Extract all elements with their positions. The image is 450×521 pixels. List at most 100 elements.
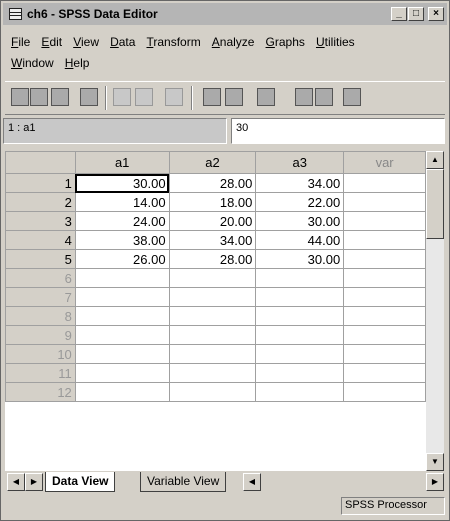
data-cell[interactable]	[74, 268, 170, 288]
data-cell[interactable]: 34.00	[168, 230, 257, 250]
data-cell[interactable]	[168, 382, 257, 402]
data-cell[interactable]	[74, 325, 170, 345]
menu-window[interactable]: Window	[11, 54, 54, 73]
data-cell[interactable]: 30.00	[255, 211, 345, 231]
data-cell[interactable]: 30.00	[255, 249, 345, 269]
split-file-icon[interactable]	[343, 88, 361, 106]
row-header[interactable]: 10	[5, 344, 76, 364]
goto-chart-icon[interactable]	[165, 88, 183, 106]
data-cell[interactable]	[255, 325, 345, 345]
menu-edit[interactable]: Edit	[41, 33, 62, 52]
data-cell[interactable]	[255, 382, 345, 402]
vertical-scrollbar[interactable]: ▲ ▼	[426, 151, 444, 471]
undo-icon[interactable]	[113, 88, 131, 106]
row-header[interactable]: 3	[5, 211, 76, 231]
data-cell[interactable]	[74, 382, 170, 402]
data-cell[interactable]	[168, 344, 257, 364]
find-icon[interactable]	[257, 88, 275, 106]
menu-data[interactable]: Data	[110, 33, 135, 52]
column-header-a2[interactable]: a2	[168, 151, 257, 174]
data-cell[interactable]	[343, 173, 426, 193]
column-header-var[interactable]: var	[343, 151, 426, 174]
data-cell[interactable]	[343, 192, 426, 212]
data-cell[interactable]	[343, 363, 426, 383]
data-cell[interactable]	[343, 344, 426, 364]
row-header[interactable]: 6	[5, 268, 76, 288]
data-cell[interactable]: 28.00	[168, 173, 257, 193]
data-cell[interactable]: 18.00	[168, 192, 257, 212]
data-cell[interactable]: 34.00	[255, 173, 345, 193]
data-cell[interactable]	[168, 306, 257, 326]
data-cell[interactable]	[343, 287, 426, 307]
tab-scroll-right-icon[interactable]: ▶	[25, 473, 43, 491]
tab-variable-view[interactable]: Variable View	[140, 472, 227, 492]
column-header-a1[interactable]: a1	[74, 151, 170, 174]
data-cell[interactable]	[343, 230, 426, 250]
row-header[interactable]: 8	[5, 306, 76, 326]
data-cell[interactable]	[168, 363, 257, 383]
data-cell[interactable]	[343, 306, 426, 326]
data-cell[interactable]: 28.00	[168, 249, 257, 269]
data-cell[interactable]	[168, 287, 257, 307]
data-cell[interactable]: 44.00	[255, 230, 345, 250]
save-icon[interactable]	[30, 88, 48, 106]
redo-icon[interactable]	[135, 88, 153, 106]
menu-utilities[interactable]: Utilities	[316, 33, 355, 52]
menu-graphs[interactable]: Graphs	[266, 33, 305, 52]
data-cell[interactable]	[255, 363, 345, 383]
data-cell[interactable]	[255, 306, 345, 326]
tab-scroll-left-icon[interactable]: ◀	[7, 473, 25, 491]
insert-variable-icon[interactable]	[315, 88, 333, 106]
hscroll-right-icon[interactable]: ▶	[426, 473, 444, 491]
row-header[interactable]: 4	[5, 230, 76, 250]
row-header[interactable]: 2	[5, 192, 76, 212]
menu-analyze[interactable]: Analyze	[212, 33, 255, 52]
menu-help[interactable]: Help	[65, 54, 90, 73]
data-cell[interactable]: 38.00	[74, 230, 170, 250]
row-header[interactable]: 12	[5, 382, 76, 402]
data-cell[interactable]: 20.00	[168, 211, 257, 231]
menu-transform[interactable]: Transform	[146, 33, 200, 52]
data-cell[interactable]	[74, 306, 170, 326]
hscroll-left-icon[interactable]: ◀	[243, 473, 261, 491]
data-cell[interactable]	[168, 268, 257, 288]
open-icon[interactable]	[11, 88, 29, 106]
data-cell[interactable]: 14.00	[74, 192, 170, 212]
row-header[interactable]: 7	[5, 287, 76, 307]
data-cell[interactable]	[343, 325, 426, 345]
menu-file[interactable]: File	[11, 33, 30, 52]
data-cell[interactable]	[255, 287, 345, 307]
close-button[interactable]: ×	[428, 7, 444, 21]
variables-icon[interactable]	[225, 88, 243, 106]
row-header[interactable]: 1	[5, 173, 76, 193]
data-cell[interactable]	[343, 268, 426, 288]
corner-cell[interactable]	[5, 151, 76, 174]
tab-data-view[interactable]: Data View	[45, 472, 116, 492]
data-cell[interactable]	[255, 268, 345, 288]
data-cell[interactable]: 30.00	[74, 173, 170, 193]
dialog-recall-icon[interactable]	[80, 88, 98, 106]
menu-view[interactable]: View	[73, 33, 99, 52]
data-cell[interactable]: 22.00	[255, 192, 345, 212]
data-cell[interactable]	[343, 249, 426, 269]
insert-case-icon[interactable]	[295, 88, 313, 106]
data-cell[interactable]: 24.00	[74, 211, 170, 231]
goto-case-icon[interactable]	[203, 88, 221, 106]
data-cell[interactable]	[343, 382, 426, 402]
data-cell[interactable]	[74, 363, 170, 383]
data-cell[interactable]	[255, 344, 345, 364]
column-header-a3[interactable]: a3	[255, 151, 345, 174]
scroll-up-icon[interactable]: ▲	[426, 151, 444, 169]
scroll-thumb[interactable]	[426, 169, 444, 239]
data-cell[interactable]	[74, 344, 170, 364]
data-cell[interactable]	[168, 325, 257, 345]
print-icon[interactable]	[51, 88, 69, 106]
data-cell[interactable]	[74, 287, 170, 307]
row-header[interactable]: 5	[5, 249, 76, 269]
maximize-button[interactable]: □	[408, 7, 424, 21]
row-header[interactable]: 11	[5, 363, 76, 383]
cell-value-editor[interactable]: 30	[231, 118, 445, 144]
data-cell[interactable]	[343, 211, 426, 231]
minimize-button[interactable]: _	[391, 7, 407, 21]
row-header[interactable]: 9	[5, 325, 76, 345]
